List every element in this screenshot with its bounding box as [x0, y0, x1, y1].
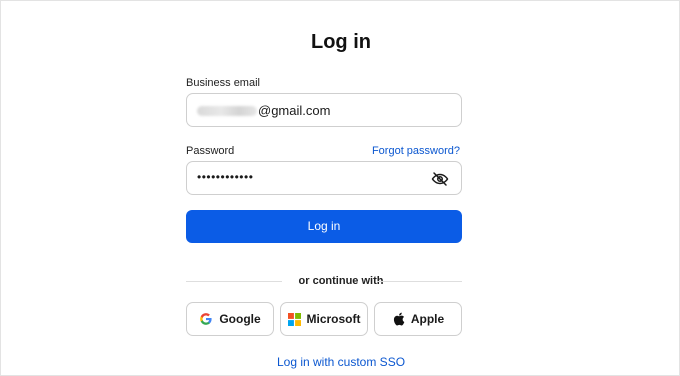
- apple-icon: [392, 312, 405, 326]
- google-button[interactable]: Google: [186, 302, 274, 336]
- microsoft-icon: [287, 312, 301, 326]
- microsoft-button[interactable]: Microsoft: [280, 302, 368, 336]
- custom-sso-link[interactable]: Log in with custom SSO: [1, 355, 680, 369]
- redacted-email-prefix: [197, 106, 257, 116]
- eye-off-icon[interactable]: [431, 170, 449, 188]
- divider-right: [377, 281, 462, 282]
- email-label: Business email: [186, 77, 260, 89]
- divider-text: or continue with: [298, 275, 384, 287]
- forgot-password-link[interactable]: Forgot password?: [372, 145, 460, 157]
- email-value: @gmail.com: [258, 103, 331, 118]
- microsoft-label: Microsoft: [306, 312, 361, 326]
- page-title: Log in: [311, 31, 371, 53]
- login-page: Log in Business email @gmail.com Passwor…: [0, 0, 680, 376]
- password-value: ••••••••••••: [197, 170, 254, 184]
- password-label: Password: [186, 145, 235, 157]
- apple-button[interactable]: Apple: [374, 302, 462, 336]
- apple-label: Apple: [410, 312, 445, 326]
- login-button[interactable]: Log in: [186, 210, 462, 243]
- google-label: Google: [219, 312, 261, 326]
- email-field[interactable]: @gmail.com: [186, 93, 462, 127]
- google-icon: [199, 312, 213, 326]
- password-field[interactable]: ••••••••••••: [186, 161, 462, 195]
